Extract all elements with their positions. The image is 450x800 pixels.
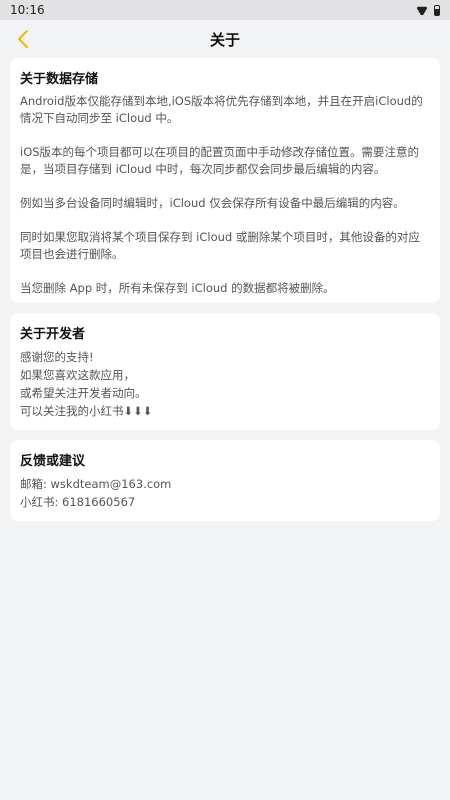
battery-icon [434,4,440,16]
page-title: 关于 [209,30,240,49]
status-time: 10:16 [10,3,45,17]
wifi-icon [416,5,428,15]
storage-paragraph: 同时如果您取消将某个项目保存到 iCloud 或删除某个项目时，其他设备的对应项… [20,230,420,261]
status-icons [416,4,440,16]
feedback-card: 反馈或建议 邮箱: wskdteam@163.com 小红书: 61816605… [10,440,440,521]
developer-title: 关于开发者 [20,327,86,342]
storage-paragraph: iOS版本的每个项目都可以在项目的配置页面中手动修改存储位置。需要注意的是，当项… [20,145,420,176]
developer-line: 可以关注我的小红书⬇⬇⬇ [20,404,153,418]
back-button[interactable] [10,26,36,52]
nav-bar: 关于 [0,20,450,58]
status-bar: 10:16 [0,0,450,20]
developer-line: 感谢您的支持! [20,350,94,364]
storage-paragraph: 例如当多台设备同时编辑时，iCloud 仅会保存所有设备中最后编辑的内容。 [20,196,405,210]
storage-paragraph: 当您删除 App 时，所有未保存到 iCloud 的数据都将被删除。 [20,281,335,295]
data-storage-card: 关于数据存储 Android版本仅能存储到本地,iOS版本将优先存储到本地，并且… [10,58,440,303]
feedback-title: 反馈或建议 [20,454,86,469]
developer-line: 或希望关注开发者动向。 [20,386,147,400]
feedback-email[interactable]: 邮箱: wskdteam@163.com [20,475,430,493]
data-storage-title: 关于数据存储 [20,72,99,87]
developer-card: 关于开发者 感谢您的支持! 如果您喜欢这款应用， 或希望关注开发者动向。 可以关… [10,313,440,430]
storage-paragraph: Android版本仅能存储到本地,iOS版本将优先存储到本地，并且在开启iClo… [20,94,423,125]
chevron-left-icon [18,30,28,48]
developer-line: 如果您喜欢这款应用， [20,368,135,382]
feedback-xiaohongshu[interactable]: 小红书: 6181660567 [20,493,430,511]
